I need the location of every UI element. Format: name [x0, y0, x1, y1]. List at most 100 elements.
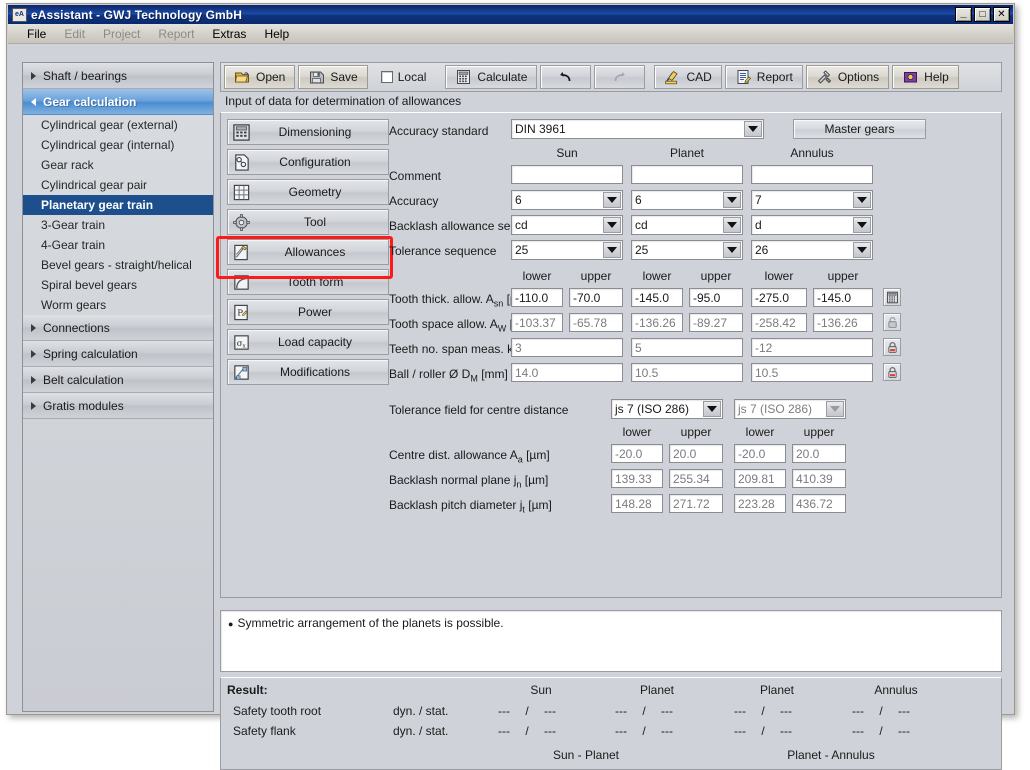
- section-button-geometry[interactable]: Geometry: [227, 179, 389, 205]
- subheader-lower-sun: lower: [522, 269, 552, 283]
- sidebar-item-cylindrical-gear-pair[interactable]: Cylindrical gear pair: [23, 175, 213, 195]
- maximize-button[interactable]: □: [974, 7, 991, 22]
- section-button-tooth-form[interactable]: Tooth form: [227, 269, 389, 295]
- section-button-dimensioning[interactable]: Dimensioning: [227, 119, 389, 145]
- backlash-seq-value-sun: cd: [515, 218, 528, 232]
- subheader-upper-planet: upper: [700, 269, 732, 283]
- chevron-down-icon[interactable]: [603, 192, 621, 208]
- tolerance-seq-combobox-annulus[interactable]: 26: [751, 240, 873, 260]
- section-button-allowances[interactable]: Allowances: [227, 239, 389, 265]
- centre-distance-allowance-label: Centre dist. allowance Aa [µm]: [389, 448, 550, 465]
- sidebar-item-spiral-bevel-gears[interactable]: Spiral bevel gears: [23, 275, 213, 295]
- chevron-down-icon[interactable]: [603, 217, 621, 233]
- teeth-number-span-lock-button[interactable]: [883, 338, 901, 356]
- chevron-down-icon[interactable]: [723, 217, 741, 233]
- comment-input-planet[interactable]: [631, 165, 743, 184]
- tolerance-seq-combobox-planet[interactable]: 25: [631, 240, 743, 260]
- ball-roller-diameter-sun[interactable]: 14.0: [511, 363, 623, 382]
- tooth-space-lock-button[interactable]: [883, 313, 901, 331]
- chevron-down-icon[interactable]: [723, 192, 741, 208]
- sidebar-group-shaft-bearings[interactable]: Shaft / bearings: [23, 63, 213, 89]
- ball-roller-diameter-planet[interactable]: 10.5: [631, 363, 743, 382]
- menu-item-extras[interactable]: Extras: [203, 26, 255, 42]
- sidebar-group-gratis-modules[interactable]: Gratis modules: [23, 393, 213, 419]
- report-button[interactable]: Report: [724, 65, 803, 89]
- tolerance-seq-combobox-sun[interactable]: 25: [511, 240, 623, 260]
- accuracy-combobox-sun[interactable]: 6: [511, 190, 623, 210]
- master-gears-button[interactable]: Master gears: [793, 119, 926, 139]
- tooth-thickness-allowance-annulus-lower[interactable]: -275.0: [751, 288, 807, 307]
- result-separator: /: [642, 704, 646, 718]
- section-button-power[interactable]: P Power: [227, 299, 389, 325]
- tolerance-field-combobox-1[interactable]: js 7 (ISO 286): [611, 399, 723, 419]
- calculator-icon: [886, 291, 898, 303]
- accuracy-value-planet: 6: [635, 193, 642, 207]
- accuracy-standard-combobox[interactable]: DIN 3961: [511, 119, 764, 139]
- teeth-number-span-planet[interactable]: 5: [631, 338, 743, 357]
- help-button[interactable]: Help: [892, 65, 959, 89]
- chevron-down-icon[interactable]: [853, 217, 871, 233]
- sidebar-item-3-gear-train[interactable]: 3-Gear train: [23, 215, 213, 235]
- open-button[interactable]: Open: [224, 65, 296, 89]
- section-button-load-capacity[interactable]: σ x Load capacity: [227, 329, 389, 355]
- local-checkbox[interactable]: Local: [371, 65, 437, 89]
- menu-item-file[interactable]: File: [18, 26, 55, 42]
- ball-roller-lock-button[interactable]: [883, 363, 901, 381]
- calculate-button[interactable]: Calculate: [445, 65, 538, 89]
- sidebar-item-planetary-gear-train[interactable]: Planetary gear train: [23, 195, 213, 215]
- section-button-modifications[interactable]: Modifications: [227, 359, 389, 385]
- teeth-number-span-sun[interactable]: 3: [511, 338, 623, 357]
- ball-roller-diameter-annulus[interactable]: 10.5: [751, 363, 873, 382]
- accuracy-combobox-planet[interactable]: 6: [631, 190, 743, 210]
- result-value-1-5: ---: [734, 704, 746, 718]
- sidebar-item-label: Cylindrical gear (internal): [41, 138, 175, 152]
- backlash-seq-combobox-planet[interactable]: cd: [631, 215, 743, 235]
- calculate-label: Calculate: [477, 70, 528, 84]
- tooth-thickness-calculator-button[interactable]: [883, 288, 901, 306]
- sidebar-item-gear-rack[interactable]: Gear rack: [23, 155, 213, 175]
- tolerance-field-value-2: js 7 (ISO 286): [738, 402, 813, 416]
- accuracy-combobox-annulus[interactable]: 7: [751, 190, 873, 210]
- tooth-thickness-allowance-sun-lower[interactable]: -110.0: [511, 288, 563, 307]
- checkbox-icon[interactable]: [380, 71, 393, 83]
- minimize-button[interactable]: _: [955, 7, 972, 22]
- tooth-thickness-allowance-annulus-upper[interactable]: -145.0: [813, 288, 873, 307]
- backlash-seq-combobox-annulus[interactable]: d: [751, 215, 873, 235]
- chevron-down-icon[interactable]: [853, 192, 871, 208]
- result-separator: /: [879, 724, 883, 738]
- menu-item-help[interactable]: Help: [255, 26, 298, 42]
- menu-item-project: Project: [103, 26, 141, 41]
- chevron-down-icon[interactable]: [853, 242, 871, 258]
- sidebar-group-gear-calculation[interactable]: Gear calculation: [23, 89, 213, 115]
- save-button[interactable]: Save: [298, 65, 368, 89]
- sidebar-group-spring-calculation[interactable]: Spring calculation: [23, 341, 213, 367]
- chevron-down-icon[interactable]: [703, 401, 721, 417]
- sidebar-item-bevel-gears-straight-helical[interactable]: Bevel gears - straight/helical: [23, 255, 213, 275]
- sidebar-item-4-gear-train[interactable]: 4-Gear train: [23, 235, 213, 255]
- result-footer-planet-annulus: Planet - Annulus: [787, 748, 875, 762]
- backlash-seq-combobox-sun[interactable]: cd: [511, 215, 623, 235]
- tooth-thickness-allowance-planet-lower[interactable]: -145.0: [631, 288, 683, 307]
- chevron-down-icon: [31, 97, 36, 106]
- chevron-down-icon[interactable]: [744, 121, 762, 137]
- sidebar-item-cylindrical-gear-internal[interactable]: Cylindrical gear (internal): [23, 135, 213, 155]
- tooth-thickness-allowance-sun-upper[interactable]: -70.0: [569, 288, 623, 307]
- chevron-down-icon[interactable]: [603, 242, 621, 258]
- sidebar-item-worm-gears[interactable]: Worm gears: [23, 295, 213, 315]
- teeth-number-span-annulus[interactable]: -12: [751, 338, 873, 357]
- sidebar-group-belt-calculation[interactable]: Belt calculation: [23, 367, 213, 393]
- comment-input-sun[interactable]: [511, 165, 623, 184]
- sidebar-item-label: Planetary gear train: [41, 198, 154, 212]
- chevron-down-icon[interactable]: [723, 242, 741, 258]
- section-button-tool[interactable]: Tool: [227, 209, 389, 235]
- tooth-thickness-allowance-planet-upper[interactable]: -95.0: [689, 288, 743, 307]
- comment-input-annulus[interactable]: [751, 165, 873, 184]
- sidebar-group-connections[interactable]: Connections: [23, 315, 213, 341]
- close-button[interactable]: ✕: [993, 7, 1010, 22]
- cad-button[interactable]: CAD: [654, 65, 722, 89]
- section-button-configuration[interactable]: Configuration: [227, 149, 389, 175]
- undo-button[interactable]: [540, 65, 592, 89]
- backlash-pitch-diameter-label: Backlash pitch diameter jt [µm]: [389, 498, 552, 515]
- sidebar-item-cylindrical-gear-external[interactable]: Cylindrical gear (external): [23, 115, 213, 135]
- options-button[interactable]: Options: [805, 65, 890, 89]
